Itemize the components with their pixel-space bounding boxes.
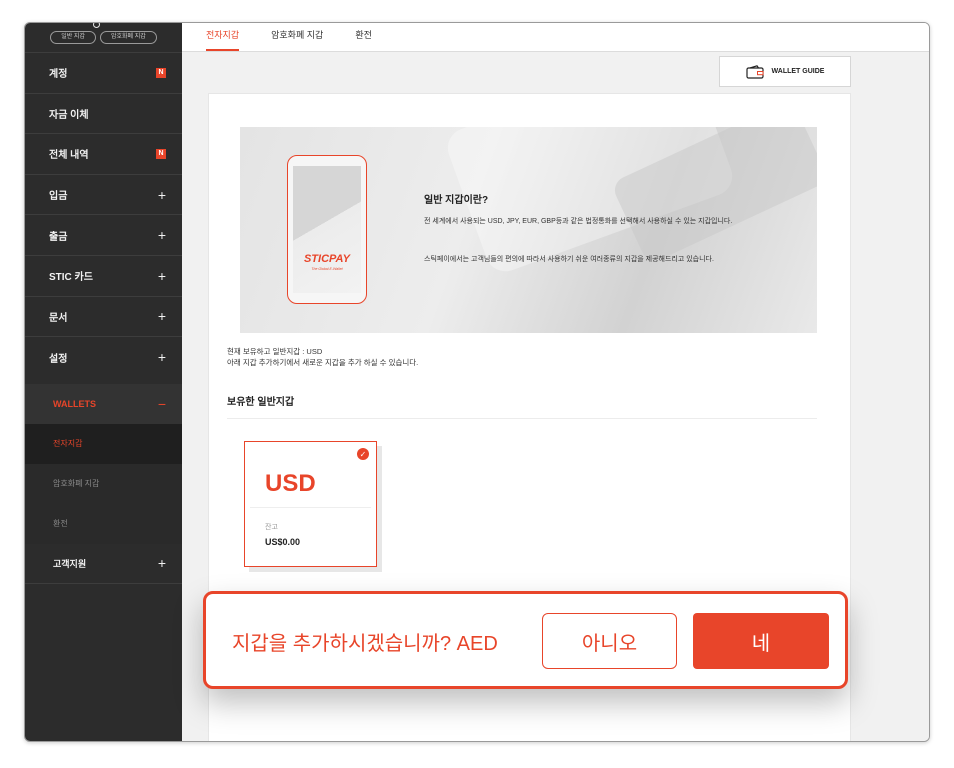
yes-button[interactable]: 네 — [693, 613, 829, 669]
new-badge: N — [156, 67, 166, 78]
sidebar-item-wallets[interactable]: WALLETS − — [25, 383, 182, 424]
tab-bar: 전자지갑 암호화폐 지갑 환전 — [182, 23, 929, 52]
sidebar-item-label: STIC 카드 — [49, 272, 93, 284]
tab-e-wallet[interactable]: 전자지갑 — [206, 28, 240, 51]
hero-description: 전 세계에서 사용되는 USD, JPY, EUR, GBP등과 같은 법정통화… — [424, 218, 733, 225]
sidebar-item-label: 문서 — [49, 312, 68, 324]
balance-amount: US$0.00 — [265, 537, 301, 547]
sidebar: 일반 지갑 암호화폐 지갑 계정 N 자금 이체 전체 내역 N 입금 + 출금… — [25, 23, 182, 741]
wallet-icon — [745, 64, 764, 79]
tab-exchange[interactable]: 환전 — [355, 28, 372, 51]
phone-illustration: STICPAY The Global E-Wallet — [287, 155, 367, 304]
sidebar-item-label: 출금 — [49, 231, 68, 243]
section-title: 보유한 일반지갑 — [227, 397, 295, 408]
divider — [227, 418, 817, 419]
balance-label: 잔고 — [265, 524, 278, 531]
wallet-guide-label: WALLET GUIDE — [771, 68, 825, 75]
plus-icon: + — [157, 308, 166, 325]
new-badge: N — [156, 148, 166, 159]
wallet-card-usd[interactable]: ✓ USD 잔고 US$0.00 — [244, 441, 377, 567]
sidebar-item-stic-card[interactable]: STIC 카드 + — [25, 256, 182, 297]
sidebar-subitem-crypto-wallet[interactable]: 암호화폐 지갑 — [25, 463, 182, 504]
plus-icon: + — [157, 227, 166, 244]
sidebar-item-label: 입금 — [49, 191, 68, 203]
tab-crypto-wallet[interactable]: 암호화폐 지갑 — [271, 28, 323, 51]
plus-icon: + — [157, 349, 166, 366]
hero-title: 일반 지갑이란? — [424, 195, 489, 206]
minus-icon: − — [157, 395, 166, 412]
sidebar-item-settings[interactable]: 설정 + — [25, 337, 182, 378]
add-wallet-confirm-bar: 지갑을 추가하시겠습니까? AED 아니오 네 — [203, 591, 848, 689]
pill-crypto-wallet[interactable]: 암호화폐 지갑 — [99, 31, 157, 44]
current-wallet-info: 현재 보유하고 일반지갑 : USD — [227, 347, 323, 356]
sidebar-item-support[interactable]: 고객지원 + — [25, 544, 182, 584]
hero-banner: STICPAY The Global E-Wallet 일반 지갑이란? 전 세… — [240, 127, 817, 333]
add-wallet-hint: 아래 지갑 추가하기에서 새로운 지갑을 추가 하실 수 있습니다. — [227, 358, 419, 367]
sidebar-item-documents[interactable]: 문서 + — [25, 297, 182, 338]
no-button[interactable]: 아니오 — [542, 613, 677, 669]
check-icon: ✓ — [357, 448, 369, 460]
sidebar-item-label: 자금 이체 — [49, 109, 89, 121]
plus-icon: + — [157, 186, 166, 203]
pill-general-wallet[interactable]: 일반 지갑 — [50, 31, 96, 44]
divider — [250, 507, 371, 508]
sidebar-item-transfer[interactable]: 자금 이체 — [25, 94, 182, 135]
sidebar-item-deposit[interactable]: 입금 + — [25, 175, 182, 216]
sidebar-item-label: 전체 내역 — [49, 150, 89, 162]
sidebar-item-withdraw[interactable]: 출금 + — [25, 215, 182, 256]
sticpay-tagline: The Global E-Wallet — [311, 267, 343, 271]
sidebar-subitem-exchange[interactable]: 환전 — [25, 503, 182, 544]
sidebar-item-history[interactable]: 전체 내역 N — [25, 134, 182, 175]
wallet-guide-button[interactable]: WALLET GUIDE — [719, 56, 851, 87]
wallet-currency: USD — [265, 470, 316, 497]
confirm-message: 지갑을 추가하시겠습니까? AED — [232, 633, 498, 655]
plus-icon: + — [157, 555, 166, 572]
sidebar-item-label: 설정 — [49, 353, 68, 365]
sidebar-subitem-e-wallet[interactable]: 전자지갑 — [25, 423, 182, 464]
phone-screen — [293, 166, 361, 293]
sidebar-item-label: WALLETS — [53, 398, 96, 409]
plus-icon: + — [157, 267, 166, 284]
sidebar-item-account[interactable]: 계정 N — [25, 53, 182, 94]
wallet-type-switch: 일반 지갑 암호화폐 지갑 — [25, 23, 182, 53]
status-ring-icon — [93, 23, 100, 28]
sticpay-logo: STICPAY — [303, 253, 351, 265]
sidebar-item-label: 고객지원 — [53, 558, 87, 569]
sidebar-item-label: 계정 — [49, 69, 68, 81]
hero-description: 스틱페이에서는 고객님들의 편의에 따라서 사용하기 쉬운 여러종류의 지갑을 … — [424, 256, 714, 263]
